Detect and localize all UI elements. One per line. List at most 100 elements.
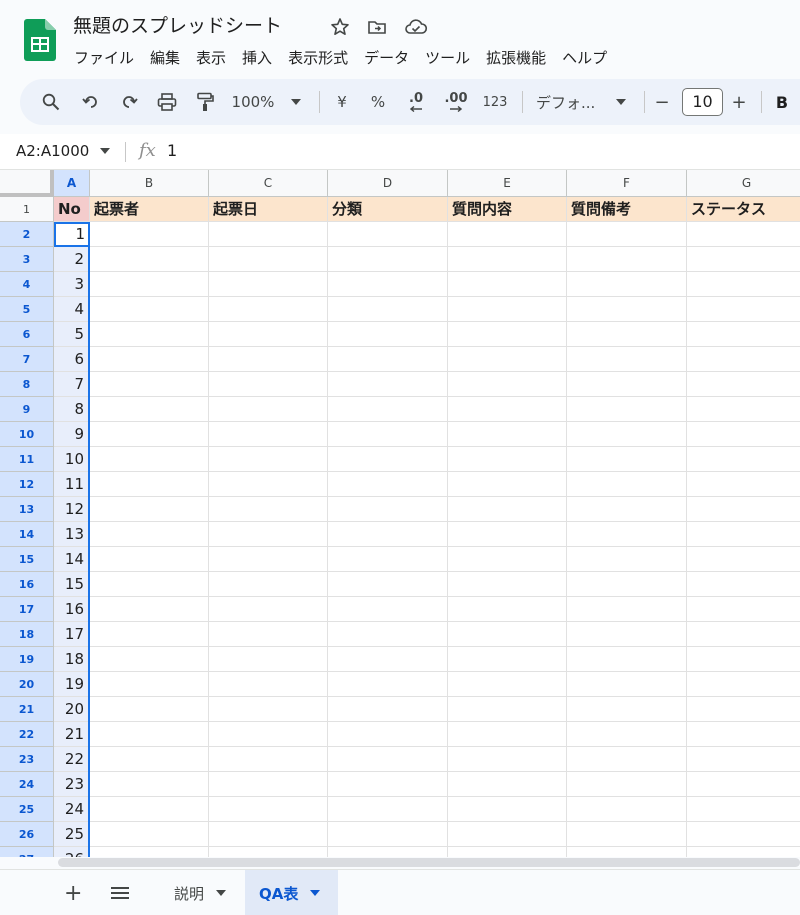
font-family-select[interactable]: デフォ...	[536, 79, 602, 125]
grid-cell[interactable]	[90, 447, 209, 472]
row-header[interactable]: 19	[0, 647, 54, 672]
formula-input[interactable]: 1	[167, 141, 177, 160]
decrease-font-size-button[interactable]: −	[652, 79, 672, 125]
grid-cell[interactable]	[448, 547, 567, 572]
grid-cell[interactable]	[209, 497, 328, 522]
grid-cell[interactable]	[567, 522, 687, 547]
no-cell[interactable]: 8	[54, 397, 90, 422]
grid-cell[interactable]	[567, 747, 687, 772]
star-icon[interactable]	[330, 17, 350, 37]
row-header[interactable]: 8	[0, 372, 54, 397]
all-sheets-menu-icon[interactable]	[110, 887, 130, 899]
grid-cell[interactable]	[448, 747, 567, 772]
no-cell[interactable]: 23	[54, 772, 90, 797]
grid-cell[interactable]	[448, 497, 567, 522]
grid-cell[interactable]	[328, 597, 448, 622]
row-header[interactable]: 5	[0, 297, 54, 322]
menu-file[interactable]: ファイル	[66, 46, 142, 70]
no-cell[interactable]: 16	[54, 597, 90, 622]
grid-cell[interactable]	[687, 372, 800, 397]
grid-cell[interactable]	[209, 297, 328, 322]
grid-cell[interactable]	[90, 672, 209, 697]
grid-cell[interactable]	[90, 547, 209, 572]
cloud-saved-icon[interactable]	[404, 17, 428, 37]
grid-cell[interactable]	[448, 697, 567, 722]
grid-cell[interactable]	[90, 497, 209, 522]
grid-cell[interactable]	[448, 372, 567, 397]
row-header[interactable]: 16	[0, 572, 54, 597]
paint-format-button[interactable]	[192, 79, 218, 125]
grid-cell[interactable]	[687, 522, 800, 547]
row-header[interactable]: 15	[0, 547, 54, 572]
no-cell[interactable]: 15	[54, 572, 90, 597]
no-cell[interactable]: 5	[54, 322, 90, 347]
horizontal-scrollbar[interactable]	[58, 858, 800, 867]
no-cell[interactable]: 7	[54, 372, 90, 397]
grid-cell[interactable]	[328, 772, 448, 797]
grid-cell[interactable]	[328, 547, 448, 572]
no-cell[interactable]: 22	[54, 747, 90, 772]
grid-cell[interactable]	[567, 397, 687, 422]
row-header[interactable]: 1	[0, 197, 54, 222]
grid-cell[interactable]	[567, 497, 687, 522]
undo-button[interactable]	[78, 79, 104, 125]
grid-cell[interactable]	[209, 797, 328, 822]
grid-cell[interactable]	[328, 397, 448, 422]
grid-cell[interactable]	[328, 422, 448, 447]
grid-cell[interactable]	[687, 397, 800, 422]
percent-format-button[interactable]: %	[368, 79, 388, 125]
no-cell[interactable]: 20	[54, 697, 90, 722]
grid-cell[interactable]	[448, 647, 567, 672]
row-header[interactable]: 25	[0, 797, 54, 822]
grid-cell[interactable]	[448, 522, 567, 547]
grid-cell[interactable]	[567, 697, 687, 722]
row-header[interactable]: 14	[0, 522, 54, 547]
grid-cell[interactable]	[209, 372, 328, 397]
grid-cell[interactable]	[328, 347, 448, 372]
grid-cell[interactable]	[328, 847, 448, 857]
grid-cell[interactable]	[448, 422, 567, 447]
grid-cell[interactable]	[448, 722, 567, 747]
increase-font-size-button[interactable]: +	[729, 79, 749, 125]
column-header-c[interactable]: C	[209, 170, 328, 197]
column-header-f[interactable]: F	[567, 170, 687, 197]
zoom-chevron-down-icon[interactable]	[288, 79, 304, 125]
grid-cell[interactable]	[209, 547, 328, 572]
grid-cell[interactable]	[328, 672, 448, 697]
grid-cell[interactable]	[328, 447, 448, 472]
grid-cell[interactable]	[687, 247, 800, 272]
grid-cell[interactable]	[209, 647, 328, 672]
grid-cell[interactable]	[209, 397, 328, 422]
grid-cell[interactable]	[209, 747, 328, 772]
grid-cell[interactable]	[567, 472, 687, 497]
grid-cell[interactable]	[448, 672, 567, 697]
grid-cell[interactable]	[90, 347, 209, 372]
grid-cell[interactable]	[448, 772, 567, 797]
grid-cell[interactable]	[687, 272, 800, 297]
grid-cell[interactable]	[90, 722, 209, 747]
grid-cell[interactable]	[209, 522, 328, 547]
grid-cell[interactable]	[687, 697, 800, 722]
grid-cell[interactable]	[209, 672, 328, 697]
grid-cell[interactable]	[328, 297, 448, 322]
grid-cell[interactable]	[90, 797, 209, 822]
grid-cell[interactable]	[687, 672, 800, 697]
row-header[interactable]: 4	[0, 272, 54, 297]
increase-decimal-button[interactable]: .00	[441, 79, 471, 125]
row-header[interactable]: 21	[0, 697, 54, 722]
grid-cell[interactable]	[687, 747, 800, 772]
grid-cell[interactable]	[687, 322, 800, 347]
grid-cell[interactable]	[567, 547, 687, 572]
grid-cell[interactable]	[567, 672, 687, 697]
decrease-decimal-button[interactable]: .0	[403, 79, 429, 125]
grid-cell[interactable]	[328, 222, 448, 247]
bold-button[interactable]: B	[772, 79, 792, 125]
font-chevron-down-icon[interactable]	[614, 79, 628, 125]
no-cell[interactable]: 24	[54, 797, 90, 822]
row-header[interactable]: 9	[0, 397, 54, 422]
header-cell[interactable]: 質問備考	[567, 197, 687, 222]
spreadsheet-grid[interactable]: ABCDEFG1No起票者起票日分類質問内容質問備考ステータス213243546…	[0, 170, 800, 857]
select-all-corner[interactable]	[0, 170, 54, 197]
grid-cell[interactable]	[687, 447, 800, 472]
font-size-input[interactable]: 10	[682, 88, 723, 116]
